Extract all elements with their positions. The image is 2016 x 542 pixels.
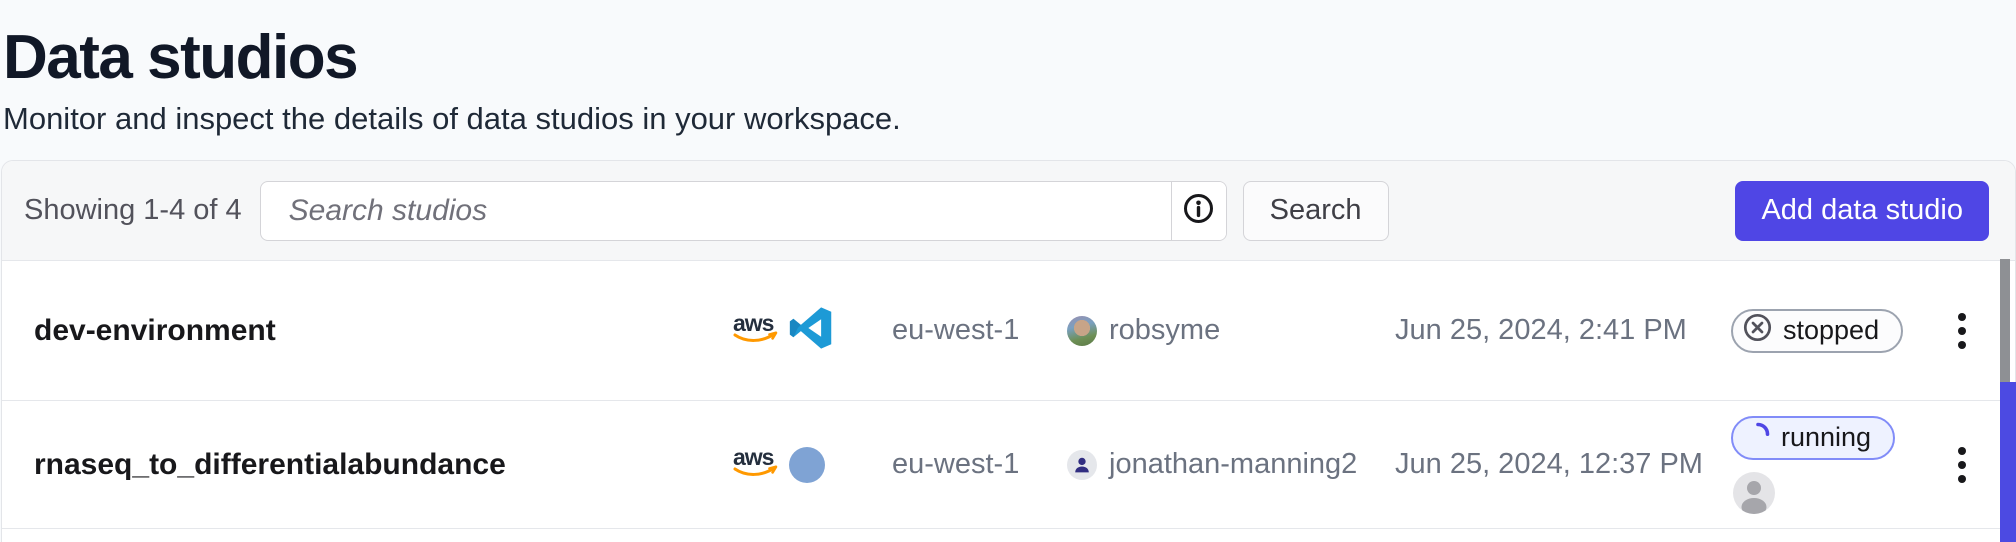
status-cell: running xyxy=(1731,416,1947,514)
status-stopped-icon xyxy=(1742,312,1773,350)
session-avatar xyxy=(1733,472,1775,514)
kebab-dot xyxy=(1958,341,1966,349)
search-input[interactable] xyxy=(261,182,1171,240)
aws-icon: aws xyxy=(732,446,780,483)
status-badge: stopped xyxy=(1731,309,1903,353)
kebab-dot xyxy=(1958,447,1966,455)
search-info-button[interactable] xyxy=(1171,182,1226,240)
page-header: Data studios Monitor and inspect the det… xyxy=(0,0,2016,137)
aws-icon: aws xyxy=(732,312,780,349)
user-name: robsyme xyxy=(1109,314,1220,347)
kebab-menu-button[interactable] xyxy=(1950,305,1974,357)
kebab-menu-button[interactable] xyxy=(1950,439,1974,491)
status-cell: stopped xyxy=(1731,309,1947,353)
studios-panel: Showing 1-4 of 4 Search Add data studio … xyxy=(1,160,2016,542)
region-label: eu-west-1 xyxy=(892,314,1067,347)
table-row[interactable]: rnaseq_to_differentialabundance aws eu-w… xyxy=(2,401,2015,529)
search-button[interactable]: Search xyxy=(1243,181,1389,241)
vscode-icon xyxy=(789,306,833,355)
user-avatar-icon xyxy=(1067,450,1097,480)
status-spinner-icon xyxy=(1745,421,1771,454)
user-cell: jonathan-manning2 xyxy=(1067,448,1395,481)
page-title: Data studios xyxy=(3,26,2016,89)
provider-icons: aws xyxy=(732,446,892,483)
kebab-dot xyxy=(1958,461,1966,469)
region-label: eu-west-1 xyxy=(892,448,1067,481)
table-row[interactable]: dev-environment aws eu-west-1 rob xyxy=(2,261,2015,401)
status-badge: running xyxy=(1731,416,1895,460)
studio-rows: dev-environment aws eu-west-1 rob xyxy=(2,261,2015,529)
add-data-studio-button[interactable]: Add data studio xyxy=(1735,181,1989,241)
svg-text:aws: aws xyxy=(733,312,774,336)
kebab-dot xyxy=(1958,313,1966,321)
kebab-dot xyxy=(1958,475,1966,483)
svg-text:aws: aws xyxy=(733,446,774,470)
studio-name: rnaseq_to_differentialabundance xyxy=(2,448,732,482)
user-cell: robsyme xyxy=(1067,314,1395,347)
created-date: Jun 25, 2024, 12:37 PM xyxy=(1395,448,1731,481)
user-avatar xyxy=(1067,316,1097,346)
provider-icons: aws xyxy=(732,306,892,355)
status-label: stopped xyxy=(1783,315,1879,346)
info-icon xyxy=(1183,193,1214,229)
created-date: Jun 25, 2024, 2:41 PM xyxy=(1395,314,1731,347)
scrollbar-thumb-gray[interactable] xyxy=(2000,259,2010,382)
search-group xyxy=(260,181,1227,241)
user-name: jonathan-manning2 xyxy=(1109,448,1357,481)
status-label: running xyxy=(1781,422,1871,453)
kebab-dot xyxy=(1958,327,1966,335)
toolbar: Showing 1-4 of 4 Search Add data studio xyxy=(2,161,2015,261)
scrollbar-thumb-blue[interactable] xyxy=(2000,382,2016,542)
showing-count: Showing 1-4 of 4 xyxy=(24,194,242,227)
page-subtitle: Monitor and inspect the details of data … xyxy=(3,101,2016,137)
r-icon xyxy=(789,447,825,483)
studio-name: dev-environment xyxy=(2,314,732,348)
